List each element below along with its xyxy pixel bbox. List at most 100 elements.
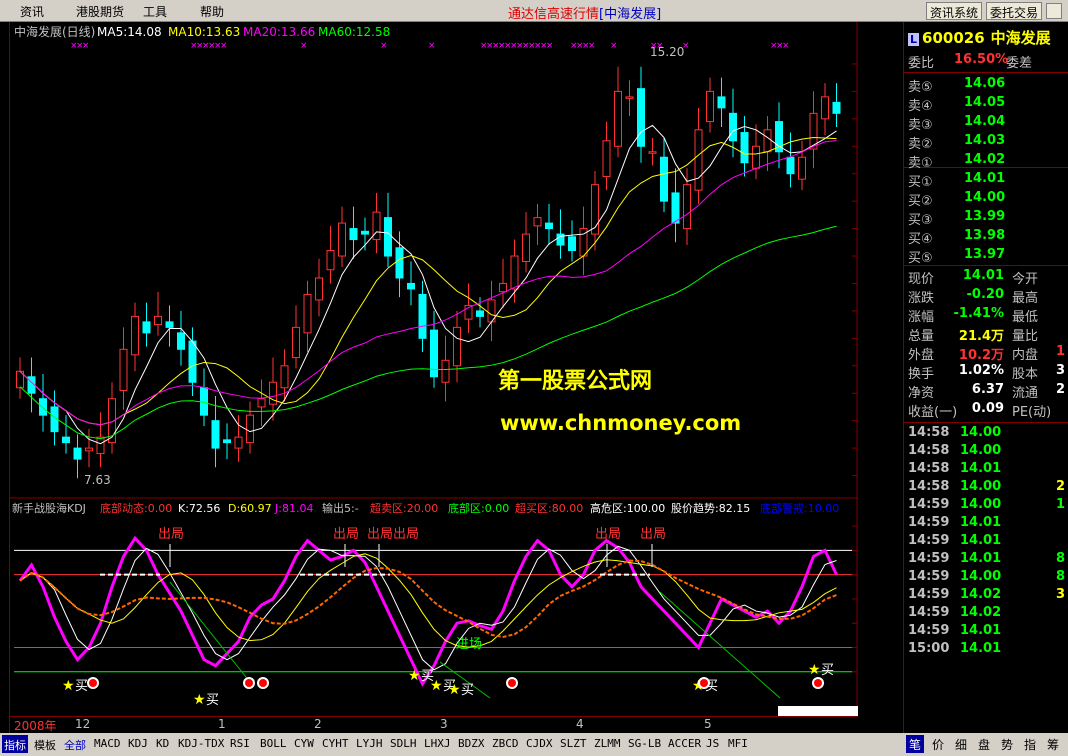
indicator-tab[interactable]: KDJ <box>126 735 150 753</box>
alert-circle-icon <box>506 677 518 689</box>
buy-level-price: 14.00 <box>964 190 1006 205</box>
indicator-tab[interactable]: MACD <box>92 735 123 753</box>
tick-row: 14:59 14.01 <box>908 515 1068 533</box>
indicator-tab[interactable]: 全部 <box>62 735 88 753</box>
indicator-tab[interactable]: LHXJ <box>422 735 453 753</box>
minimize-button[interactable] <box>1046 3 1062 19</box>
indicator-tab[interactable]: CYHT <box>320 735 351 753</box>
x-label-feb: 2 <box>314 717 322 731</box>
stock-code: 600026 <box>922 29 985 47</box>
buy-level-label: 买② <box>908 194 933 209</box>
quote-view-tab[interactable]: 指 <box>1021 735 1039 753</box>
signal-marker: × <box>82 41 90 51</box>
tick-row: 14:58 14.00 <box>908 425 1068 443</box>
stat-label-2: 最高 <box>1012 291 1039 306</box>
tick-price: 14.01 <box>960 551 1002 566</box>
indicator-tab[interactable]: BDZX <box>456 735 487 753</box>
buy-star-icon: ★ <box>408 668 421 684</box>
main-chart-title: 中海发展(日线) <box>14 24 95 39</box>
quote-view-tab[interactable]: 价 <box>929 735 947 753</box>
ma20-label: MA20:13.66 <box>243 25 315 39</box>
chart-area[interactable]: ××× ×××××× × × × ×××××××××××× ×××× × ×× × ××× 出局 出局… <box>10 22 858 733</box>
indicator-tab[interactable]: JS <box>704 735 721 753</box>
sell-level-price: 14.06 <box>964 76 1006 91</box>
indicator-tab[interactable]: KDJ-TDX <box>176 735 226 753</box>
kdj-k: K:72.56 <box>178 502 220 515</box>
indicator-tab[interactable]: SG-LB <box>626 735 663 753</box>
stat-row: 现价 14.01 今开 <box>908 268 1068 287</box>
signal-marker: × <box>380 41 388 51</box>
tick-row: 14:59 14.01 <box>908 533 1068 551</box>
kdj-j: J:81.04 <box>274 502 313 515</box>
stat-label: 现价 <box>908 272 935 287</box>
trade-order-button[interactable]: 委托交易 <box>986 2 1043 20</box>
kdj-trend: 股价趋势:82.15 <box>671 502 750 515</box>
quote-view-tab[interactable]: 笔 <box>906 735 925 753</box>
quote-view-tab[interactable]: 细 <box>952 735 970 753</box>
indicator-tab[interactable]: BOLL <box>258 735 289 753</box>
buy-level-price: 13.99 <box>964 209 1006 224</box>
tick-time: 14:58 <box>908 443 950 458</box>
tick-price: 14.02 <box>960 587 1002 602</box>
quote-view-tab[interactable]: 筹 <box>1044 735 1062 753</box>
ma10-label: MA10:13.63 <box>168 25 240 39</box>
sell-level-row: 卖② 14.03 <box>908 133 1068 152</box>
x-label-apr: 4 <box>576 717 584 731</box>
stat-row: 外盘 10.2万 内盘 1 <box>908 344 1068 363</box>
indicator-tab[interactable]: KD <box>154 735 171 753</box>
menu-bar: 资讯 港股期货 工具 帮助 通达信高速行情[中海发展] 资讯系统 委托交易 <box>0 0 1068 22</box>
menu-item-tools[interactable]: 工具 <box>143 3 167 20</box>
sell-level-row: 卖③ 14.04 <box>908 114 1068 133</box>
buy-level-label: 买⑤ <box>908 251 933 266</box>
signal-marker: × <box>546 41 554 51</box>
stat-value-2: 1 <box>1056 344 1066 359</box>
menu-item-help[interactable]: 帮助 <box>200 3 224 20</box>
indicator-tab[interactable]: ZLMM <box>592 735 623 753</box>
signal-marker: × <box>428 41 436 51</box>
indicator-tab[interactable]: MFI <box>726 735 750 753</box>
entry-signal-label: 进场 <box>456 637 482 652</box>
menu-item-news[interactable]: 资讯 <box>20 3 44 20</box>
indicator-tab[interactable]: 模板 <box>32 735 58 753</box>
buy-level-price: 13.98 <box>964 228 1006 243</box>
buy-star-icon: ★ <box>62 678 75 694</box>
indicator-tab[interactable]: RSI <box>228 735 252 753</box>
sell-level-label: 卖④ <box>908 99 933 114</box>
indicator-tab[interactable]: SLZT <box>558 735 589 753</box>
menu-item-hk-futures[interactable]: 港股期货 <box>76 3 124 20</box>
indicator-tab[interactable]: ACCER <box>666 735 703 753</box>
l-badge: L <box>908 33 920 46</box>
indicator-tab[interactable]: ZBCD <box>490 735 521 753</box>
out-signal-label: 出局 <box>640 527 666 542</box>
stat-value: 1.02% <box>958 363 1004 378</box>
tick-row: 14:58 14.00 <box>908 443 1068 461</box>
kdj-overbuy: 超买区:80.00 <box>515 501 583 515</box>
info-system-button[interactable]: 资讯系统 <box>926 2 983 20</box>
tick-row: 15:00 14.01 <box>908 641 1068 659</box>
buy-level-row: 买⑤ 13.97 <box>908 247 1068 266</box>
buy-signal-label: 买 <box>821 663 834 678</box>
tick-time: 14:59 <box>908 605 950 620</box>
low-mark-label: 7.63 <box>84 473 111 487</box>
sell-level-row: 卖④ 14.05 <box>908 95 1068 114</box>
buy-level-row: 买① 14.01 <box>908 171 1068 190</box>
indicator-tab[interactable]: 指标 <box>2 735 28 753</box>
quote-view-tab[interactable]: 势 <box>998 735 1016 753</box>
indicator-tab[interactable]: CYW <box>292 735 316 753</box>
buy-level-row: 买④ 13.98 <box>908 228 1068 247</box>
stat-value: 6.37 <box>971 382 1004 397</box>
stat-label: 涨幅 <box>908 310 935 325</box>
indicator-tab[interactable]: LYJH <box>354 735 385 753</box>
indicator-tab[interactable]: CJDX <box>524 735 555 753</box>
tick-volume: 2 <box>1056 479 1066 494</box>
sell-level-row: 卖⑤ 14.06 <box>908 76 1068 95</box>
tick-price: 14.01 <box>960 461 1002 476</box>
buy-level-label: 买④ <box>908 232 933 247</box>
time-axis: 2008年 12 1 2 3 4 5 <box>10 716 858 733</box>
stat-label: 净资 <box>908 386 935 401</box>
signal-marker: × <box>782 41 790 51</box>
stat-label: 换手 <box>908 367 935 382</box>
indicator-tab[interactable]: SDLH <box>388 735 419 753</box>
quote-view-tab[interactable]: 盘 <box>975 735 993 753</box>
ma60-label: MA60:12.58 <box>318 25 390 39</box>
